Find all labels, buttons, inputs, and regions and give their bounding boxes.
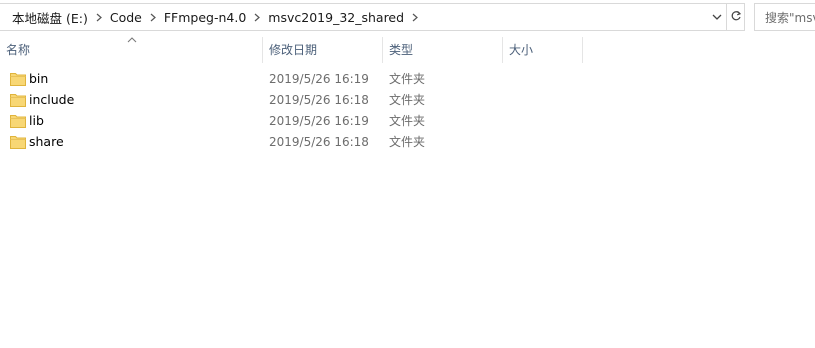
folder-icon [10,134,26,149]
chevron-right-icon[interactable] [408,3,422,31]
file-type: 文件夹 [389,93,426,107]
search-input[interactable]: 搜索"msvc2019_32_shared" [754,3,815,31]
file-modified: 2019/5/26 16:18 [269,134,369,149]
file-modified: 2019/5/26 16:19 [269,71,369,86]
breadcrumb-drive[interactable]: 本地磁盘 (E:) [8,8,92,27]
chevron-right-icon[interactable] [250,3,264,31]
file-list: bin 2019/5/26 16:19 文件夹 include 2019/5/2… [0,68,815,152]
list-item[interactable]: lib 2019/5/26 16:19 文件夹 [0,110,815,131]
address-bar: 本地磁盘 (E:) Code FFmpeg-n4.0 msvc2019_32_s… [0,3,815,31]
file-name[interactable]: bin [29,68,48,89]
list-item[interactable]: share 2019/5/26 16:18 文件夹 [0,131,815,152]
list-item[interactable]: include 2019/5/26 16:18 文件夹 [0,89,815,110]
breadcrumb-code[interactable]: Code [106,10,146,25]
column-divider[interactable] [582,37,583,63]
file-modified: 2019/5/26 16:19 [269,113,369,128]
column-modified-header[interactable]: 修改日期 [263,33,382,65]
breadcrumb-current[interactable]: msvc2019_32_shared [264,10,408,25]
file-type: 文件夹 [389,72,426,86]
refresh-button[interactable] [727,3,745,31]
chevron-right-icon[interactable] [146,3,160,31]
file-name[interactable]: share [29,131,64,152]
column-name-header[interactable]: 名称 [0,33,262,65]
column-header: 名称 修改日期 类型 大小 [0,33,815,65]
folder-icon [10,71,26,86]
breadcrumb-ffmpeg[interactable]: FFmpeg-n4.0 [160,10,250,25]
folder-icon [10,92,26,107]
breadcrumb[interactable]: 本地磁盘 (E:) Code FFmpeg-n4.0 msvc2019_32_s… [0,3,727,31]
chevron-right-icon[interactable] [92,3,106,31]
column-type-header[interactable]: 类型 [383,33,502,65]
file-name[interactable]: lib [29,110,44,131]
refresh-icon [730,10,742,25]
file-type: 文件夹 [389,114,426,128]
file-modified: 2019/5/26 16:18 [269,92,369,107]
file-type: 文件夹 [389,135,426,149]
file-name[interactable]: include [29,89,74,110]
chevron-down-icon[interactable] [710,10,724,24]
list-item[interactable]: bin 2019/5/26 16:19 文件夹 [0,68,815,89]
column-size-header[interactable]: 大小 [503,33,582,65]
folder-icon [10,113,26,128]
